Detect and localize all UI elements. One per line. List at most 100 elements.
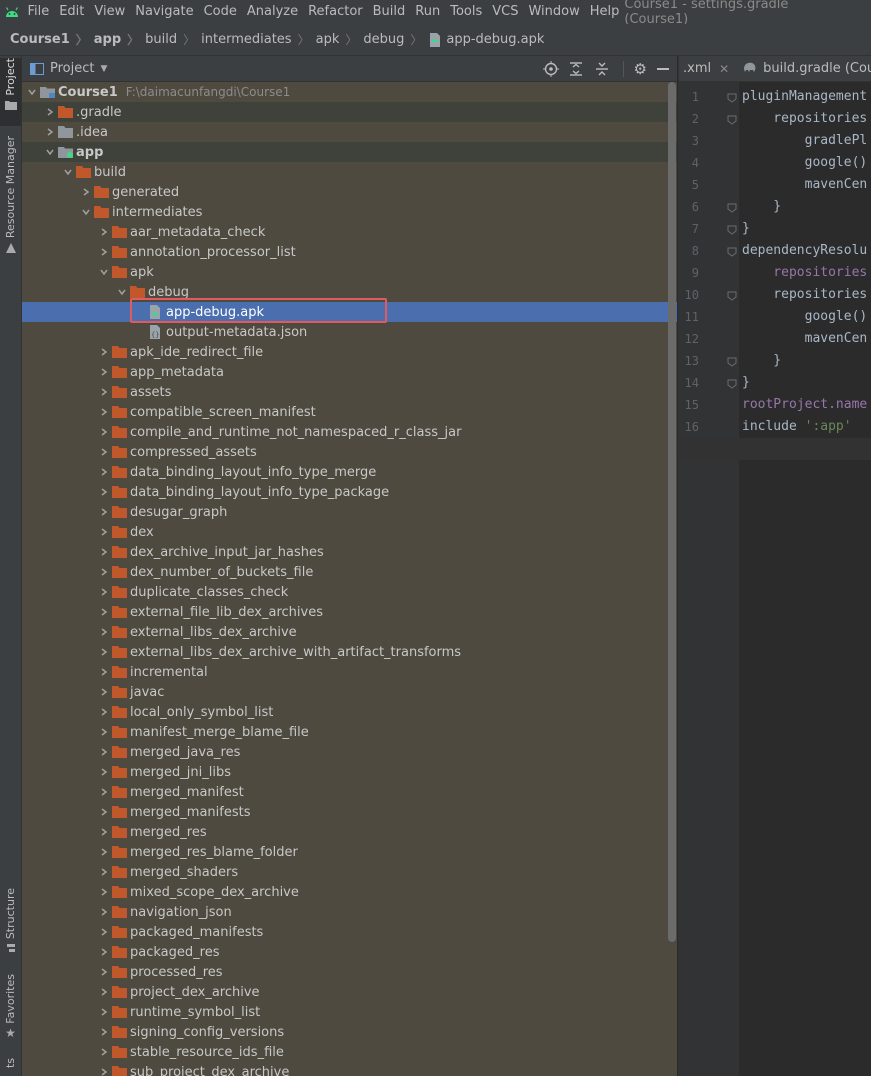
expand-all-icon[interactable]	[569, 61, 583, 77]
chevron-right-icon[interactable]	[96, 782, 112, 802]
tree-row-folder[interactable]: incremental	[22, 662, 677, 682]
menu-help[interactable]: Help	[585, 0, 625, 24]
tree-row-apk[interactable]: apk	[22, 262, 677, 282]
tree-row-gradle[interactable]: .gradle	[22, 102, 677, 122]
tree-row-folder[interactable]: desugar_graph	[22, 502, 677, 522]
chevron-right-icon[interactable]	[96, 742, 112, 762]
structure-tab[interactable]: Structure	[0, 888, 21, 960]
chevron-right-icon[interactable]	[96, 682, 112, 702]
chevron-right-icon[interactable]	[96, 362, 112, 382]
tree-row-folder[interactable]: external_libs_dex_archive_with_artifact_…	[22, 642, 677, 662]
tree-row-folder[interactable]: processed_res	[22, 962, 677, 982]
tree-row-folder[interactable]: apk_ide_redirect_file	[22, 342, 677, 362]
fold-marker-icon[interactable]	[727, 202, 737, 213]
tree-row-folder[interactable]: signing_config_versions	[22, 1022, 677, 1042]
menu-file[interactable]: File	[22, 0, 54, 24]
chevron-down-icon[interactable]: ▼	[100, 64, 107, 74]
tree-row-debug[interactable]: debug	[22, 282, 677, 302]
tree-row-folder[interactable]: duplicate_classes_check	[22, 582, 677, 602]
chevron-right-icon[interactable]	[42, 102, 58, 122]
chevron-right-icon[interactable]	[96, 382, 112, 402]
chevron-right-icon[interactable]	[96, 622, 112, 642]
breadcrumb-app-debug-apk[interactable]: app-debug.apk	[428, 32, 544, 48]
fold-marker-icon[interactable]	[727, 356, 737, 367]
chevron-down-icon[interactable]	[114, 282, 130, 302]
menu-run[interactable]: Run	[410, 0, 445, 24]
chevron-right-icon[interactable]	[96, 242, 112, 262]
resource-manager-tab[interactable]: Resource Manager	[0, 136, 21, 256]
tree-row-course1[interactable]: Course1 F:\daimacunfangdi\Course1	[22, 82, 669, 102]
tree-row-folder[interactable]: merged_manifests	[22, 802, 677, 822]
tab-build-gradle[interactable]: build.gradle (Course	[743, 61, 871, 77]
chevron-right-icon[interactable]	[96, 562, 112, 582]
menu-window[interactable]: Window	[523, 0, 584, 24]
chevron-right-icon[interactable]	[96, 1062, 112, 1076]
chevron-right-icon[interactable]	[96, 502, 112, 522]
tree-row-folder[interactable]: merged_res	[22, 822, 677, 842]
hide-panel-icon[interactable]	[657, 67, 669, 70]
menu-code[interactable]: Code	[199, 0, 242, 24]
tree-row-folder[interactable]: merged_res_blame_folder	[22, 842, 677, 862]
chevron-down-icon[interactable]	[96, 262, 112, 282]
tree-row-folder[interactable]: merged_java_res	[22, 742, 677, 762]
fold-marker-icon[interactable]	[727, 378, 737, 389]
chevron-right-icon[interactable]	[96, 1002, 112, 1022]
tree-row-folder[interactable]: compile_and_runtime_not_namespaced_r_cla…	[22, 422, 677, 442]
tab-xml[interactable]: .xml ✕	[683, 61, 729, 76]
tree-row-folder[interactable]: data_binding_layout_info_type_merge	[22, 462, 677, 482]
chevron-right-icon[interactable]	[96, 342, 112, 362]
menu-build[interactable]: Build	[368, 0, 411, 24]
tree-row-folder[interactable]: compatible_screen_manifest	[22, 402, 677, 422]
tree-row-build[interactable]: build	[22, 162, 677, 182]
tree-row-output-metadata-json[interactable]: {} output-metadata.json	[22, 322, 677, 342]
breadcrumb-build[interactable]: build 〉	[145, 31, 201, 48]
tree-row-folder[interactable]: dex_number_of_buckets_file	[22, 562, 677, 582]
chevron-right-icon[interactable]	[96, 542, 112, 562]
tree-row-folder[interactable]: external_libs_dex_archive	[22, 622, 677, 642]
chevron-down-icon[interactable]	[78, 202, 94, 222]
chevron-right-icon[interactable]	[96, 1022, 112, 1042]
tree-row-folder[interactable]: runtime_symbol_list	[22, 1002, 677, 1022]
tree-row-annotation-processor-list[interactable]: annotation_processor_list	[22, 242, 677, 262]
menu-analyze[interactable]: Analyze	[242, 0, 303, 24]
chevron-right-icon[interactable]	[96, 222, 112, 242]
chevron-right-icon[interactable]	[96, 722, 112, 742]
tree-row-intermediates[interactable]: intermediates	[22, 202, 677, 222]
tree-row-folder[interactable]: mixed_scope_dex_archive	[22, 882, 677, 902]
chevron-down-icon[interactable]	[60, 162, 76, 182]
chevron-right-icon[interactable]	[96, 942, 112, 962]
tree-row-folder[interactable]: data_binding_layout_info_type_package	[22, 482, 677, 502]
tree-row-folder[interactable]: merged_shaders	[22, 862, 677, 882]
tree-row-folder[interactable]: assets	[22, 382, 677, 402]
menu-tools[interactable]: Tools	[445, 0, 487, 24]
chevron-right-icon[interactable]	[96, 902, 112, 922]
chevron-right-icon[interactable]	[96, 402, 112, 422]
chevron-right-icon[interactable]	[96, 822, 112, 842]
tree-row-folder[interactable]: dex_archive_input_jar_hashes	[22, 542, 677, 562]
tree-row-folder[interactable]: stable_resource_ids_file	[22, 1042, 677, 1062]
chevron-down-icon[interactable]	[24, 82, 40, 102]
tree-row-folder[interactable]: dex	[22, 522, 677, 542]
chevron-right-icon[interactable]	[96, 862, 112, 882]
menu-navigate[interactable]: Navigate	[130, 0, 198, 24]
chevron-right-icon[interactable]	[96, 442, 112, 462]
project-tool-tab[interactable]: Project	[0, 58, 21, 126]
chevron-right-icon[interactable]	[96, 982, 112, 1002]
tree-scrollbar[interactable]	[668, 82, 676, 942]
menu-view[interactable]: View	[89, 0, 130, 24]
tree-row-aar-metadata-check[interactable]: aar_metadata_check	[22, 222, 677, 242]
tree-row-folder[interactable]: manifest_merge_blame_file	[22, 722, 677, 742]
tree-row-folder[interactable]: local_only_symbol_list	[22, 702, 677, 722]
build-variants-tab[interactable]: ts	[0, 1058, 21, 1076]
chevron-right-icon[interactable]	[96, 602, 112, 622]
menu-vcs[interactable]: VCS	[487, 0, 523, 24]
fold-marker-icon[interactable]	[727, 114, 737, 125]
tree-row-folder[interactable]: sub_project_dex_archive	[22, 1062, 677, 1076]
fold-marker-icon[interactable]	[727, 92, 737, 103]
favorites-tab[interactable]: Favorites ★	[0, 974, 21, 1046]
chevron-right-icon[interactable]	[96, 882, 112, 902]
tree-row-folder[interactable]: external_file_lib_dex_archives	[22, 602, 677, 622]
menu-refactor[interactable]: Refactor	[303, 0, 368, 24]
chevron-right-icon[interactable]	[96, 482, 112, 502]
breadcrumb-course1[interactable]: Course1 〉	[10, 31, 94, 48]
